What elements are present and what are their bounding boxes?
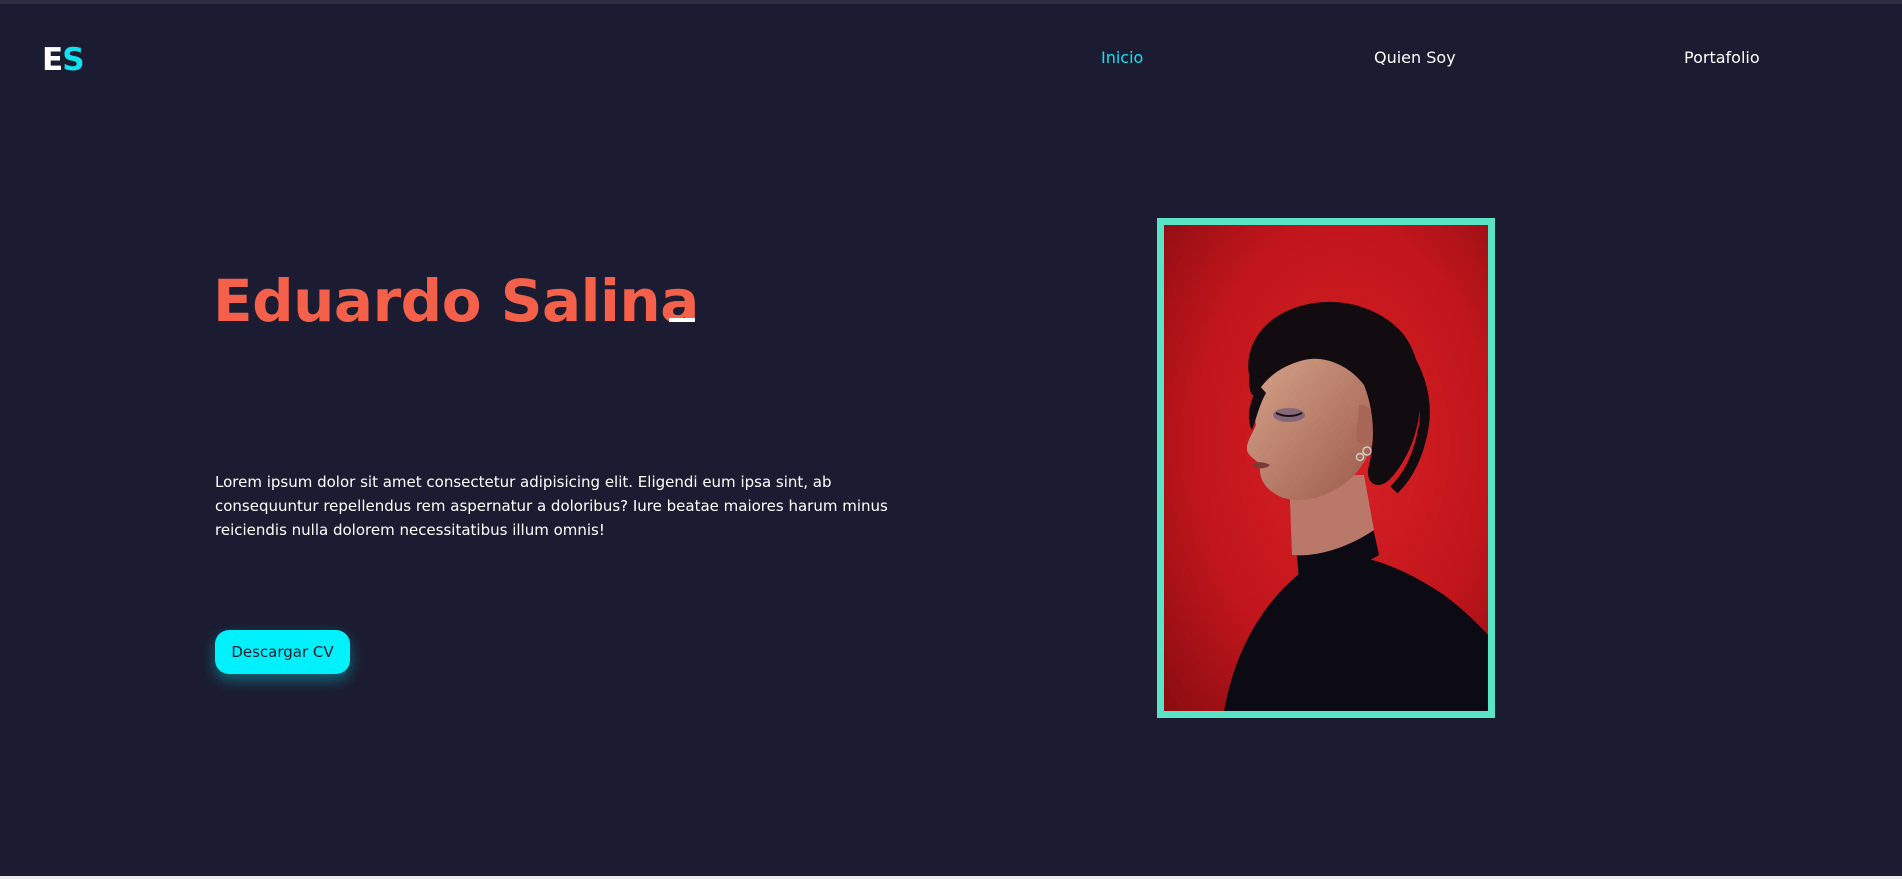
hero-name: Eduardo Salina xyxy=(213,267,699,335)
profile-photo-frame xyxy=(1157,218,1495,718)
site-logo[interactable]: ES xyxy=(42,42,85,78)
logo-letter-e: E xyxy=(42,42,63,78)
nav-link-portafolio[interactable]: Portafolio xyxy=(1684,47,1760,69)
typing-cursor xyxy=(669,318,695,322)
site-header: ES Inicio Quien Soy Portafolio xyxy=(0,4,1902,108)
nav-link-quien-soy[interactable]: Quien Soy xyxy=(1374,47,1456,69)
logo-letter-s: S xyxy=(62,42,84,78)
profile-photo xyxy=(1164,225,1488,711)
nav-link-inicio[interactable]: Inicio xyxy=(1101,47,1143,69)
download-cv-button[interactable]: Descargar CV xyxy=(215,630,350,674)
hero-description: Lorem ipsum dolor sit amet consectetur a… xyxy=(215,473,888,539)
